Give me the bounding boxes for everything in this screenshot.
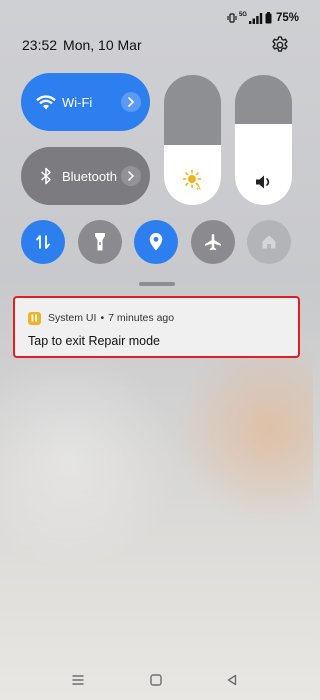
square-icon xyxy=(150,674,162,686)
clock-time[interactable]: 23:52 xyxy=(22,37,57,53)
settings-button[interactable] xyxy=(269,34,291,56)
bluetooth-label: Bluetooth xyxy=(62,168,117,184)
wifi-icon xyxy=(35,91,57,113)
wifi-label: Wi-Fi xyxy=(62,94,93,110)
flashlight-icon xyxy=(95,233,105,251)
wifi-details-button[interactable] xyxy=(121,92,141,112)
chevron-right-icon xyxy=(128,171,134,181)
status-bar: 5G 75% xyxy=(227,10,299,26)
airplane-icon xyxy=(205,234,221,251)
menu-lines-icon xyxy=(72,675,84,685)
volume-slider[interactable] xyxy=(235,75,292,205)
notification-card[interactable]: System UI • 7 minutes ago Tap to exit Re… xyxy=(13,296,300,358)
drag-handle[interactable] xyxy=(139,282,175,286)
notification-time: 7 minutes ago xyxy=(108,312,175,324)
back-triangle-icon xyxy=(227,674,237,686)
volume-icon xyxy=(235,173,292,191)
notification-app-name: System UI xyxy=(48,312,97,324)
notification-text: Tap to exit Repair mode xyxy=(28,334,161,348)
network-type-label: 5G xyxy=(238,12,247,18)
flashlight-toggle[interactable] xyxy=(78,220,122,264)
notification-separator: • xyxy=(100,312,105,324)
auto-brightness-icon: A xyxy=(164,169,221,191)
signal-icon xyxy=(248,12,263,24)
recent-apps-button[interactable] xyxy=(66,668,90,692)
gear-icon xyxy=(272,36,288,52)
location-icon xyxy=(149,233,163,251)
panel-header: 23:52 Mon, 10 Mar xyxy=(22,34,291,56)
location-toggle[interactable] xyxy=(134,220,178,264)
home-button[interactable] xyxy=(144,668,168,692)
chevron-right-icon xyxy=(128,97,134,107)
battery-percentage: 75% xyxy=(275,12,299,24)
brightness-slider[interactable]: A xyxy=(164,75,221,205)
battery-icon xyxy=(265,12,272,24)
bluetooth-details-button[interactable] xyxy=(121,166,141,186)
mobile-data-toggle[interactable] xyxy=(21,220,65,264)
date-time: 23:52 Mon, 10 Mar xyxy=(22,37,142,53)
notification-header: System UI • 7 minutes ago xyxy=(28,311,298,325)
svg-text:A: A xyxy=(196,186,201,191)
volume-level-fill xyxy=(235,124,292,205)
bluetooth-tile[interactable]: Bluetooth xyxy=(21,147,150,205)
wifi-tile[interactable]: Wi-Fi xyxy=(21,73,150,131)
data-arrows-icon xyxy=(36,235,50,249)
system-ui-app-icon xyxy=(28,311,41,325)
vibrate-icon xyxy=(227,13,237,23)
back-button[interactable] xyxy=(220,668,244,692)
quick-toggle-row xyxy=(21,220,291,264)
home-toggle[interactable] xyxy=(247,220,291,264)
date-text[interactable]: Mon, 10 Mar xyxy=(63,37,142,53)
navigation-bar xyxy=(0,660,313,700)
airplane-mode-toggle[interactable] xyxy=(191,220,235,264)
bluetooth-icon xyxy=(35,165,57,187)
home-icon xyxy=(262,235,276,249)
